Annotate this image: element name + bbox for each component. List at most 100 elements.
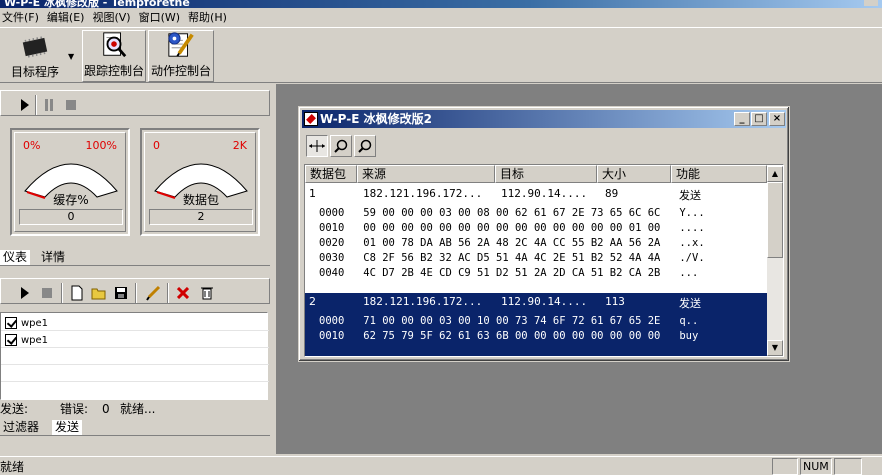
list-item[interactable]: wpe1 — [5, 316, 48, 330]
hex-row[interactable]: 0020 01 00 78 DA AB 56 2A 48 2C 4A CC 55… — [319, 237, 705, 249]
tab-details[interactable]: 详情 — [38, 250, 69, 265]
column-header-size[interactable]: 大小 — [597, 165, 671, 183]
trash-icon — [201, 287, 213, 300]
delete-button[interactable] — [173, 283, 193, 303]
hex-row[interactable]: 0010 62 75 79 5F 62 61 63 6B 00 00 00 00… — [319, 330, 698, 342]
packet-toolbar — [0, 278, 270, 304]
buffer-meter-label: 缓存% — [53, 193, 89, 207]
menu-view[interactable]: 视图(V) — [90, 9, 136, 25]
magnifier-doc-icon — [103, 32, 127, 58]
scroll-down-icon[interactable]: ▼ — [767, 340, 783, 356]
edit-button[interactable] — [143, 283, 163, 303]
app-title-bar: W-P-E 冰枫修改版 - Tempforethe — [0, 0, 882, 8]
packet-meter-label: 数据包 — [182, 193, 219, 207]
status-panel-caps — [772, 458, 798, 475]
send-play-button[interactable] — [15, 283, 35, 303]
action-console-button[interactable]: 动作控制台 — [148, 30, 214, 82]
target-program-button[interactable]: 目标程序 — [4, 30, 66, 82]
errors-value: 0 — [102, 402, 110, 416]
pause-button[interactable] — [39, 95, 59, 115]
packet-source[interactable]: 182.121.196.172... — [363, 295, 482, 308]
tab-filter[interactable]: 过滤器 — [0, 420, 43, 435]
checkbox[interactable] — [5, 317, 17, 329]
close-icon[interactable] — [864, 0, 878, 6]
send-status-line: 发送: 错误: 0 就绪... — [0, 402, 268, 418]
stop-icon — [66, 100, 76, 110]
column-header-packet[interactable]: 数据包 — [305, 165, 357, 183]
trace-console-button[interactable]: 跟踪控制台 — [82, 30, 146, 82]
trace-console-label: 跟踪控制台 — [83, 64, 144, 78]
errors-label: 错误: — [60, 402, 89, 416]
hex-row[interactable]: 0010 00 00 00 00 00 00 00 00 00 00 00 00… — [319, 222, 705, 234]
sent-label: 发送: — [0, 402, 29, 416]
pause-icon — [45, 99, 53, 111]
column-header-target[interactable]: 目标 — [495, 165, 597, 183]
maximize-icon[interactable]: □ — [751, 112, 767, 126]
pencil-gear-icon — [168, 32, 194, 57]
save-disk-icon — [115, 287, 127, 299]
packet-target[interactable]: 112.90.14.... — [501, 295, 587, 308]
new-file-icon — [71, 285, 83, 301]
play-icon — [21, 99, 29, 111]
menu-edit[interactable]: 编辑(E) — [45, 9, 91, 25]
packet-target[interactable]: 112.90.14.... — [501, 187, 587, 200]
packet-list: 数据包 来源 目标 大小 功能 1 182.121.196.172... 112… — [304, 164, 784, 357]
scroll-up-icon[interactable]: ▲ — [767, 166, 783, 182]
search-icon — [358, 139, 372, 153]
packet-list-scrollbar[interactable]: ▲ ▼ — [767, 166, 783, 356]
tab-meters[interactable]: 仪表 — [0, 250, 31, 265]
menu-help[interactable]: 帮助(H) — [186, 9, 233, 25]
packet-id[interactable]: 1 — [309, 187, 316, 200]
scroll-thumb[interactable] — [767, 182, 783, 258]
action-console-label: 动作控制台 — [150, 64, 211, 78]
open-folder-button[interactable] — [89, 283, 109, 303]
search-icon — [334, 139, 348, 153]
capture-control-bar — [0, 90, 270, 116]
send-state: 就绪... — [120, 402, 156, 416]
play-icon — [21, 287, 29, 299]
open-folder-icon — [91, 288, 106, 300]
send-stop-button[interactable] — [37, 283, 57, 303]
save-button[interactable] — [111, 283, 131, 303]
trash-button[interactable] — [197, 283, 217, 303]
hex-row[interactable]: 0030 C8 2F 56 B2 32 AC D5 51 4A 4C 2E 51… — [319, 252, 705, 264]
column-header-function[interactable]: 功能 — [671, 165, 767, 183]
buffer-meter-value: 0 — [19, 209, 123, 225]
arrows-icon — [309, 140, 325, 152]
close-icon[interactable]: × — [769, 112, 785, 126]
find-button[interactable] — [330, 135, 352, 157]
target-dropdown-arrow-icon[interactable]: ▼ — [68, 52, 78, 61]
packet-id[interactable]: 2 — [309, 295, 316, 308]
chip-icon — [22, 36, 48, 58]
list-item[interactable]: wpe1 — [5, 333, 48, 347]
hex-row[interactable]: 0000 59 00 00 00 03 00 08 00 62 61 67 2E… — [319, 207, 705, 219]
delete-x-icon — [177, 287, 189, 299]
new-file-button[interactable] — [67, 283, 87, 303]
packet-size[interactable]: 113 — [605, 295, 625, 308]
packet-function[interactable]: 发送 — [679, 295, 701, 311]
left-pane: 0% 100% 缓存% 0 0 2K 数据包 2 仪表 详情 wpe1 wpe1… — [0, 84, 272, 440]
checkbox[interactable] — [5, 334, 17, 346]
hex-row[interactable]: 0000 71 00 00 00 03 00 10 00 73 74 6F 72… — [319, 315, 698, 327]
play-button[interactable] — [15, 95, 35, 115]
packet-meter: 0 2K 数据包 2 — [140, 128, 260, 236]
status-text: 就绪 — [0, 460, 25, 474]
packet-window-toolbar — [302, 131, 786, 159]
packet-size[interactable]: 89 — [605, 187, 618, 200]
stop-icon — [42, 288, 52, 298]
menu-file[interactable]: 文件(F) — [0, 9, 45, 25]
filter-tabs: 过滤器 发送 — [0, 420, 270, 436]
filter-list: wpe1 wpe1 — [0, 312, 269, 400]
column-header-source[interactable]: 来源 — [357, 165, 495, 183]
stop-button[interactable] — [61, 95, 81, 115]
packet-function[interactable]: 发送 — [679, 187, 701, 203]
packet-source[interactable]: 182.121.196.172... — [363, 187, 482, 200]
menu-window[interactable]: 窗口(W) — [137, 9, 186, 25]
hex-row[interactable]: 0040 4C D7 2B 4E CD C9 51 D2 51 2A 2D CA… — [319, 267, 698, 279]
tab-send[interactable]: 发送 — [52, 420, 83, 435]
find-next-button[interactable] — [354, 135, 376, 157]
app-icon — [304, 112, 318, 126]
pencil-icon — [146, 285, 161, 301]
minimize-icon[interactable]: _ — [734, 112, 750, 126]
filter-toggle-button[interactable] — [306, 135, 328, 157]
